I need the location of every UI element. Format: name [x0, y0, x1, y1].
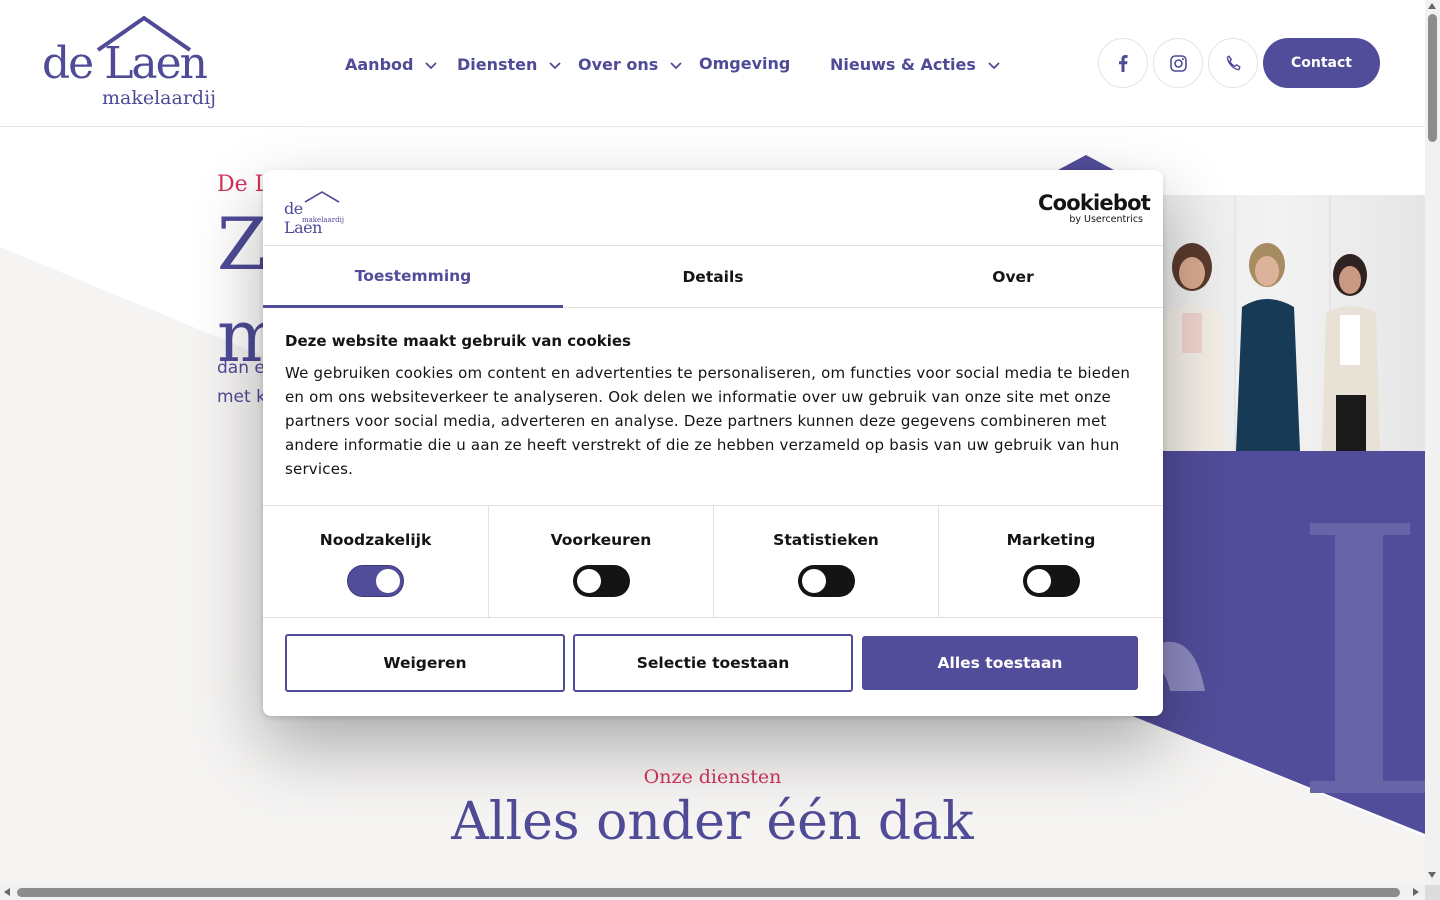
toggle-knob	[577, 569, 601, 593]
dialog-logo-subtitle: makelaardij	[302, 216, 345, 224]
services-title: Alles onder één dak	[451, 792, 974, 852]
toggle-voorkeuren[interactable]	[573, 565, 630, 597]
site-logo[interactable]: de Laen makelaardij	[42, 12, 216, 112]
tab-over[interactable]: Over	[863, 246, 1163, 308]
allow-selection-button[interactable]: Selectie toestaan	[573, 634, 853, 692]
dialog-site-logo: de Laen makelaardij	[284, 191, 345, 237]
nav-label: Diensten	[457, 55, 538, 74]
hero-text: dan e met k	[217, 354, 266, 412]
vertical-scroll-thumb[interactable]	[1428, 14, 1437, 142]
toggle-label: Voorkeuren	[550, 531, 652, 549]
scroll-left-arrow-icon[interactable]	[4, 888, 10, 896]
contact-button[interactable]: Contact	[1263, 38, 1380, 88]
toggle-cell-noodzakelijk: Noodzakelijk	[263, 506, 488, 618]
toggle-label: Statistieken	[773, 531, 879, 549]
roof-decoration	[1058, 155, 1114, 170]
horizontal-scrollbar[interactable]	[0, 885, 1425, 900]
chevron-down-icon	[670, 61, 682, 69]
toggle-label: Noodzakelijk	[319, 531, 432, 549]
cookie-consent-dialog: de Laen makelaardij Cookiebot by Usercen…	[263, 170, 1163, 716]
hero-text-line: dan e	[217, 358, 265, 378]
scroll-right-arrow-icon[interactable]	[1413, 888, 1419, 896]
vertical-scrollbar[interactable]	[1425, 0, 1440, 885]
phone-icon	[1226, 55, 1241, 70]
toggle-noodzakelijk[interactable]	[347, 565, 404, 597]
toggle-cell-statistieken: Statistieken	[713, 506, 938, 618]
phone-button[interactable]	[1208, 38, 1258, 88]
toggle-knob	[802, 569, 826, 593]
dialog-description: We gebruiken cookies om content en adver…	[285, 364, 1131, 478]
cookiebot-logo[interactable]: Cookiebot by Usercentrics	[1038, 191, 1151, 225]
nav-item-aanbod[interactable]: Aanbod	[345, 55, 438, 74]
logo-subtitle: makelaardij	[102, 87, 217, 109]
instagram-button[interactable]	[1153, 38, 1203, 88]
reject-button[interactable]: Weigeren	[285, 634, 565, 692]
tab-toestemming[interactable]: Toestemming	[263, 246, 563, 308]
toggle-cell-marketing: Marketing	[938, 506, 1163, 618]
team-photo	[1130, 195, 1425, 451]
scrollbar-corner	[1425, 885, 1440, 900]
team-photo-illustration	[1160, 195, 1380, 451]
nav-label: Nieuws & Acties	[830, 55, 976, 74]
chevron-down-icon	[549, 61, 562, 69]
dialog-tabs: Toestemming Details Over	[263, 246, 1163, 308]
services-kicker: Onze diensten	[643, 766, 782, 788]
scroll-up-arrow-icon[interactable]	[1428, 3, 1436, 9]
facebook-button[interactable]	[1098, 38, 1148, 88]
toggle-label: Marketing	[1006, 531, 1096, 549]
toggle-statistieken[interactable]	[798, 565, 855, 597]
chevron-down-icon	[425, 61, 438, 69]
cookiebot-name: Cookiebot	[1038, 191, 1151, 215]
dialog-title: Deze website maakt gebruik van cookies	[285, 332, 631, 350]
toggle-knob	[376, 569, 400, 593]
nav-item-omgeving[interactable]: Omgeving	[699, 54, 790, 73]
hero-kicker: De L	[217, 172, 270, 197]
horizontal-scroll-thumb[interactable]	[17, 888, 1400, 897]
chevron-down-icon	[988, 61, 1000, 69]
hero-text-line: met k	[217, 387, 266, 407]
nav-item-nieuws-acties[interactable]: Nieuws & Acties	[830, 55, 1000, 74]
nav-label: Omgeving	[699, 54, 791, 73]
nav-label: Aanbod	[345, 55, 414, 74]
tab-details[interactable]: Details	[563, 246, 863, 308]
instagram-icon	[1169, 54, 1187, 72]
nav-label: Over ons	[578, 55, 659, 74]
allow-all-button[interactable]: Alles toestaan	[862, 636, 1138, 690]
toggle-cell-voorkeuren: Voorkeuren	[488, 506, 713, 618]
dialog-header: de Laen makelaardij Cookiebot by Usercen…	[263, 170, 1163, 246]
toggle-knob	[1027, 569, 1051, 593]
logo-wordmark: de Laen	[42, 38, 208, 89]
consent-toggles: Noodzakelijk Voorkeuren Statistieken Mar…	[263, 505, 1163, 618]
toggle-marketing[interactable]	[1023, 565, 1080, 597]
site-header: de Laen makelaardij Aanbod Diensten Over…	[0, 0, 1425, 127]
facebook-icon	[1119, 54, 1128, 72]
nav-item-over-ons[interactable]: Over ons	[578, 55, 682, 74]
scroll-down-arrow-icon[interactable]	[1428, 872, 1436, 878]
cookiebot-byline: by Usercentrics	[1069, 214, 1143, 225]
nav-item-diensten[interactable]: Diensten	[457, 55, 562, 74]
